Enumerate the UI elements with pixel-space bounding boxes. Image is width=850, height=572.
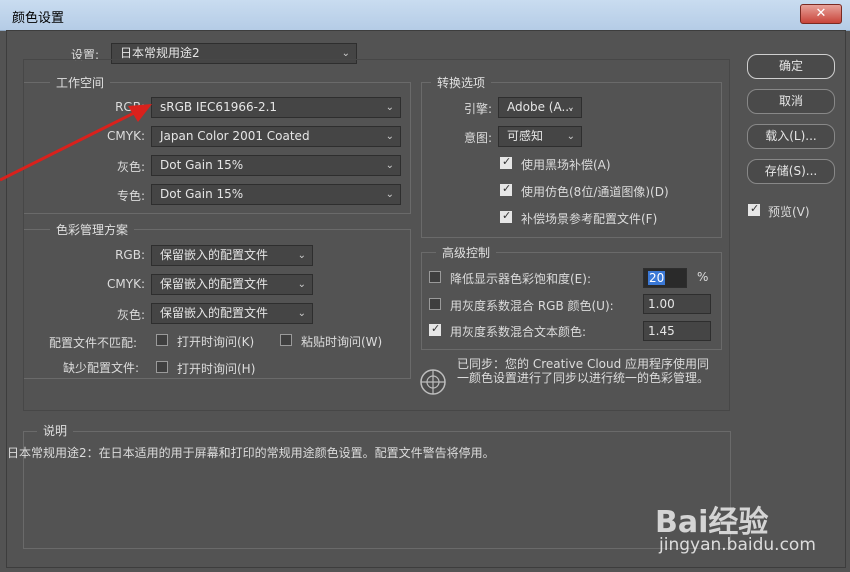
- watermark-url: jingyan.baidu.com: [659, 535, 816, 555]
- description-text: 日本常规用途2：在日本适用的用于屏幕和打印的常规用途颜色设置。配置文件警告将停用…: [7, 446, 495, 460]
- main-frame: [23, 59, 730, 411]
- settings-value: 日本常规用途2: [120, 46, 200, 60]
- ok-button[interactable]: 确定: [747, 54, 835, 79]
- close-button[interactable]: ✕: [800, 4, 842, 24]
- load-button[interactable]: 载入(L)...: [747, 124, 835, 149]
- title-bar: 颜色设置 ✕: [0, 0, 850, 31]
- preview-checkbox[interactable]: [748, 202, 760, 216]
- description-title: 说明: [37, 422, 74, 439]
- preview-label: 预览(V): [768, 205, 810, 219]
- save-button[interactable]: 存储(S)...: [747, 159, 835, 184]
- window-title: 颜色设置: [12, 11, 65, 26]
- color-settings-dialog: 设置: 日本常规用途2 ⌄ 工作空间 RGB: sRGB IEC61966-2.1…: [6, 30, 846, 568]
- cancel-button[interactable]: 取消: [747, 89, 835, 114]
